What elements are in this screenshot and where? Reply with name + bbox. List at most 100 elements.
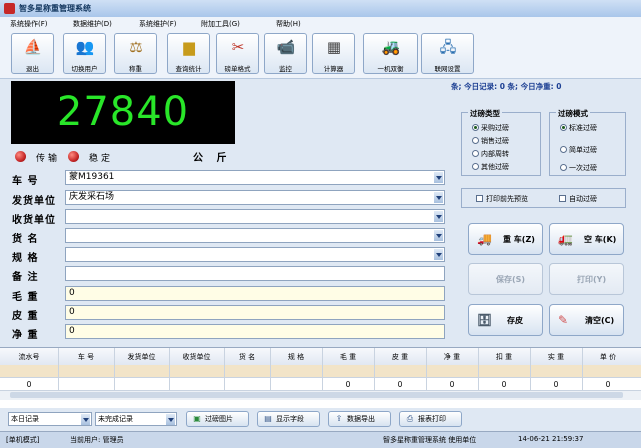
column-divider [58, 348, 59, 392]
status-mode: [单机模式] [6, 436, 40, 444]
record-range-value: 本日记录 [11, 415, 39, 423]
receiver-field[interactable] [65, 209, 445, 224]
horizontal-scrollbar[interactable] [0, 390, 641, 400]
weigh-mode-once[interactable]: 一次过磅 [560, 163, 597, 173]
calculator-icon: ▦ [326, 38, 342, 56]
net-field[interactable]: 0 [65, 324, 445, 339]
save-button[interactable]: 保存(S) [468, 263, 543, 295]
menu-system[interactable]: 系统操作(F) [10, 19, 48, 29]
column-header[interactable]: 收货单位 [169, 352, 224, 362]
title-bar: 智多星称重管理系统 [0, 0, 641, 18]
clear-button[interactable]: ✎ 清空(C) [549, 304, 624, 336]
column-header[interactable]: 毛 重 [322, 352, 374, 362]
chevron-down-icon[interactable] [434, 230, 443, 241]
weigh-type-other[interactable]: 其他过磅 [472, 162, 509, 172]
chevron-down-icon[interactable] [434, 192, 443, 203]
stable-label: 稳定 [89, 154, 114, 164]
column-header[interactable]: 皮 重 [374, 352, 426, 362]
print-preview-checkbox[interactable]: 打印前先预览 [476, 194, 528, 204]
weigh-button[interactable]: ⚖ 称重 [114, 33, 157, 74]
print-preview-label: 打印前先预览 [486, 195, 528, 203]
radio-selected-icon [472, 124, 479, 131]
app-icon [4, 3, 15, 14]
weigh-mode-title: 过磅模式 [556, 108, 590, 119]
menu-help[interactable]: 帮助(H) [276, 19, 301, 29]
summary-cell: 0 [26, 380, 32, 389]
export-data-button[interactable]: ⇪ 数据导出 [328, 411, 391, 427]
column-header[interactable]: 单 价 [582, 352, 634, 362]
column-header[interactable]: 净 重 [426, 352, 478, 362]
switch-user-label: 切换用户 [71, 65, 98, 73]
column-header[interactable]: 车 号 [58, 352, 114, 362]
weigh-type-sales[interactable]: 销售过磅 [472, 136, 509, 146]
summary-cell: 0 [397, 380, 403, 389]
calculator-button[interactable]: ▦ 计算器 [312, 33, 355, 74]
column-header[interactable]: 规 格 [270, 352, 322, 362]
menu-data[interactable]: 数据维护(D) [73, 19, 112, 29]
switch-user-button[interactable]: 👥 切换用户 [63, 33, 106, 74]
query-stats-button[interactable]: ▆ 查询统计 [167, 33, 210, 74]
report-print-button[interactable]: ⎙ 报表打印 [399, 411, 462, 427]
heavy-truck-button[interactable]: 🚚 重 车(Z) [468, 223, 543, 255]
gross-value: 0 [69, 288, 75, 298]
today-stats: 条; 今日记录: 0 条; 今日净重: 0 [451, 82, 562, 91]
auto-weigh-checkbox[interactable]: 自动过磅 [559, 194, 597, 204]
ticket-format-label: 磅单格式 [224, 65, 251, 73]
column-divider [114, 348, 115, 392]
weigh-mode-simple[interactable]: 简单过磅 [560, 145, 597, 155]
plate-field[interactable]: 蒙M19361 [65, 170, 445, 185]
column-header[interactable]: 实 重 [530, 352, 582, 362]
truck-icon: 🚛 [558, 232, 573, 246]
show-fields-button[interactable]: ▤ 显示字段 [257, 411, 320, 427]
weigh-mode-standard[interactable]: 标准过磅 [560, 123, 597, 133]
options-group: 打印前先预览 自动过磅 [461, 188, 626, 208]
auto-weigh-label: 自动过磅 [569, 195, 597, 203]
chevron-down-icon[interactable] [166, 414, 175, 425]
spec-field[interactable] [65, 247, 445, 262]
store-tare-button[interactable]: 🗄 存皮 [468, 304, 543, 336]
menu-tools[interactable]: 附加工具(G) [201, 19, 240, 29]
network-settings-button[interactable]: 🖧 联网设置 [421, 33, 474, 74]
chart-icon: ▆ [183, 38, 195, 56]
chevron-down-icon[interactable] [434, 172, 443, 183]
empty-truck-label: 空 车(K) [584, 235, 617, 244]
export-data-label: 数据导出 [347, 415, 375, 423]
checkbox-icon [476, 195, 483, 202]
summary-cell: 0 [345, 380, 351, 389]
chevron-down-icon[interactable] [434, 211, 443, 222]
print-button[interactable]: 打印(Y) [549, 263, 624, 295]
sender-value: 庆发采石场 [69, 192, 115, 202]
menu-maintenance[interactable]: 系统维护(F) [139, 19, 177, 29]
sender-field[interactable]: 庆发采石场 [65, 190, 445, 205]
radio-icon [472, 163, 479, 170]
column-header[interactable]: 发货单位 [114, 352, 169, 362]
menu-bar: 系统操作(F) 数据维护(D) 系统维护(F) 附加工具(G) 帮助(H) [0, 17, 641, 31]
monitor-button[interactable]: 📹 监控 [264, 33, 307, 74]
gross-field[interactable]: 0 [65, 286, 445, 301]
tare-field[interactable]: 0 [65, 305, 445, 320]
column-header[interactable]: 流水号 [0, 352, 58, 362]
column-header[interactable]: 货 名 [224, 352, 270, 362]
remark-field[interactable] [65, 266, 445, 281]
record-status-select[interactable]: 未完成记录 [95, 412, 177, 426]
chevron-down-icon[interactable] [434, 249, 443, 260]
chevron-down-icon[interactable] [81, 414, 90, 425]
dual-scale-button[interactable]: 🚜 一机双衡 [363, 33, 418, 74]
status-company: 智多星称重管理系统 使用单位 [383, 436, 477, 444]
weigh-type-internal[interactable]: 内部周转 [472, 149, 509, 159]
weigh-photos-button[interactable]: ▣ 过磅图片 [186, 411, 249, 427]
record-range-select[interactable]: 本日记录 [8, 412, 92, 426]
empty-truck-button[interactable]: 🚛 空 车(K) [549, 223, 624, 255]
column-header[interactable]: 扣 重 [478, 352, 530, 362]
goods-field[interactable] [65, 228, 445, 243]
status-user: 当前用户: 管理员 [70, 436, 124, 444]
status-datetime: 14-06-21 21:59:37 [518, 435, 584, 443]
scrollbar-thumb[interactable] [10, 392, 623, 398]
tools-icon: ✂ [231, 38, 245, 56]
gross-label: 毛 重 [12, 292, 39, 303]
receiver-label: 收货单位 [12, 215, 56, 226]
weigh-type-purchase[interactable]: 采购过磅 [472, 123, 509, 133]
ticket-format-button[interactable]: ✂ 磅单格式 [216, 33, 259, 74]
table-row-selected[interactable] [0, 365, 641, 377]
exit-button[interactable]: ⛵ 退出 [11, 33, 54, 74]
